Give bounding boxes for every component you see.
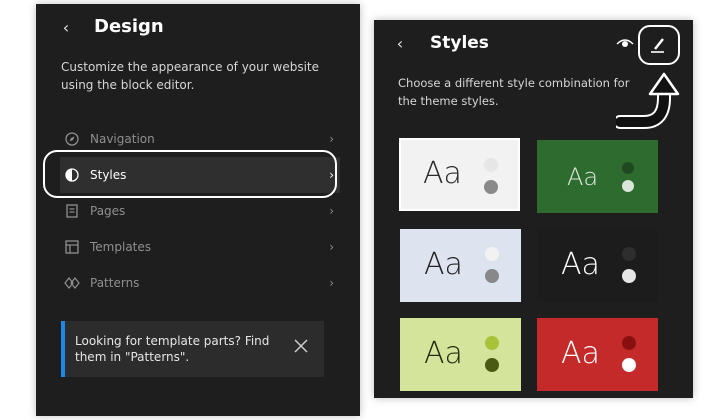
close-notice-button[interactable] <box>290 335 312 357</box>
style-variation-card[interactable]: Aa <box>399 138 520 211</box>
compass-icon <box>64 131 80 147</box>
pencil-icon <box>651 38 664 53</box>
sidebar-item-label: Patterns <box>90 276 140 290</box>
panel-description: Choose a different style combination for… <box>398 76 630 108</box>
color-dot <box>622 269 636 283</box>
chevron-right-icon: › <box>329 132 334 146</box>
style-variation-card[interactable]: Aa <box>537 140 658 213</box>
page-icon <box>64 203 80 219</box>
panel-title: Design <box>94 16 164 37</box>
sidebar-item-patterns[interactable]: Patterns › <box>60 265 340 301</box>
notice-text: Looking for template parts? Find them in… <box>75 334 270 364</box>
color-dot <box>485 269 499 283</box>
color-dot <box>622 336 636 350</box>
style-preview-text: Aa <box>424 336 463 371</box>
style-preview-text: Aa <box>561 247 600 282</box>
color-dot <box>485 336 499 350</box>
chevron-right-icon: › <box>329 240 334 254</box>
color-dot <box>622 247 636 261</box>
style-variation-card[interactable]: Aa <box>400 318 521 391</box>
sidebar-item-styles[interactable]: Styles › <box>60 157 340 193</box>
panel-title: Styles <box>430 33 489 53</box>
style-preview-text: Aa <box>567 163 599 191</box>
chevron-right-icon: › <box>329 204 334 218</box>
style-variation-card[interactable]: Aa <box>400 229 521 302</box>
style-preview-text: Aa <box>423 156 462 191</box>
style-variation-card[interactable]: Aa <box>537 229 658 302</box>
back-button[interactable]: ‹ <box>56 18 76 38</box>
sidebar-item-templates[interactable]: Templates › <box>60 229 340 265</box>
preview-button[interactable] <box>616 35 634 49</box>
chevron-right-icon: › <box>329 168 334 182</box>
style-preview-text: Aa <box>561 336 600 371</box>
sidebar-item-label: Templates <box>90 240 152 254</box>
sidebar-item-pages[interactable]: Pages › <box>60 193 340 229</box>
chevron-left-icon: ‹ <box>396 34 404 53</box>
color-dot <box>485 247 499 261</box>
sidebar-item-label: Pages <box>90 204 126 218</box>
template-parts-notice: Looking for template parts? Find them in… <box>61 321 324 377</box>
eye-icon <box>616 39 634 47</box>
chevron-left-icon: ‹ <box>62 18 70 37</box>
diamond-icon <box>64 275 80 291</box>
color-dot <box>622 162 634 174</box>
edit-styles-button[interactable] <box>638 25 680 65</box>
half-circle-icon <box>64 167 80 183</box>
layout-icon <box>64 239 80 255</box>
chevron-right-icon: › <box>329 276 334 290</box>
color-dot <box>622 358 636 372</box>
color-dot <box>484 180 498 194</box>
color-dot <box>622 180 634 192</box>
close-icon <box>294 339 308 353</box>
style-preview-text: Aa <box>424 247 463 282</box>
sidebar-item-navigation[interactable]: Navigation › <box>60 121 340 157</box>
color-dot <box>484 158 498 172</box>
back-button[interactable]: ‹ <box>390 34 410 54</box>
panel-description: Customize the appearance of your website… <box>61 60 319 92</box>
color-dot <box>485 358 499 372</box>
curved-arrow-icon <box>616 72 680 129</box>
style-variation-card[interactable]: Aa <box>537 318 658 391</box>
sidebar-item-label: Navigation <box>90 132 155 146</box>
sidebar-item-label: Styles <box>90 168 127 182</box>
